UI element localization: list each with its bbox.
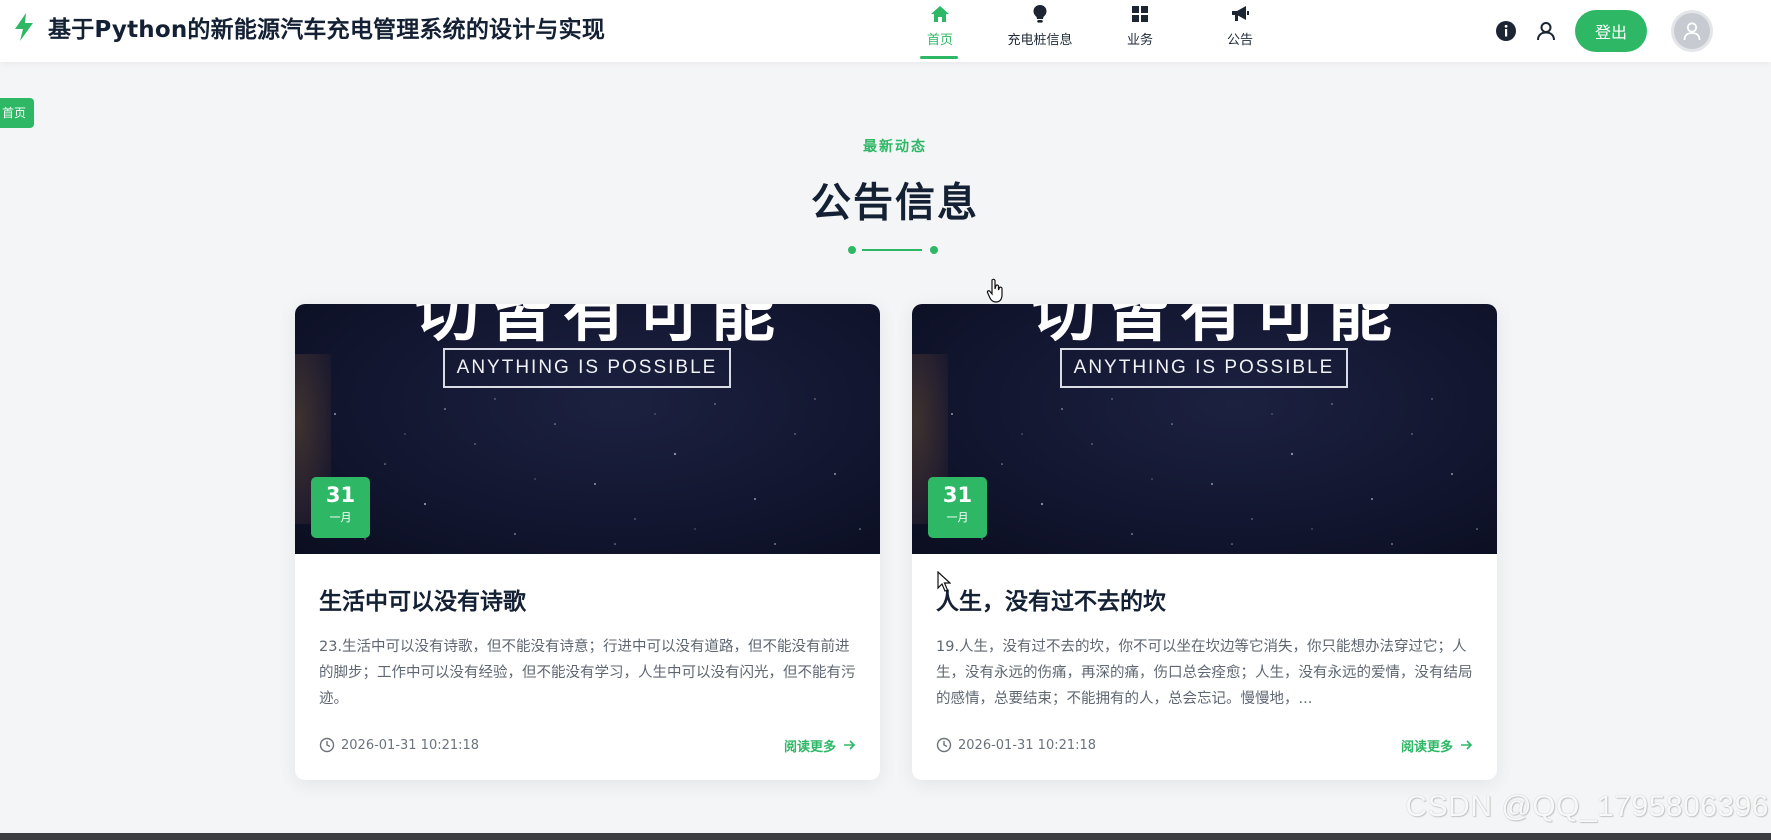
image-big-text: 切皆有可能 — [1032, 304, 1402, 351]
announcement-excerpt: 19.人生，没有过不去的坎，你不可以坐在坎边等它消失，你只能想办法穿过它；人生，… — [936, 639, 1473, 707]
nav-item-charging-piles[interactable]: 充电桩信息 — [990, 0, 1090, 62]
breadcrumb[interactable]: 首页 — [0, 98, 35, 128]
date-day: 31 — [942, 483, 973, 507]
publish-time: 2026-01-31 10:21:18 — [341, 737, 480, 753]
header-actions: 登出 — [1493, 6, 1713, 56]
image-tagline: ANYTHING IS POSSIBLE — [443, 348, 731, 388]
grid-icon — [1129, 3, 1151, 25]
clock-icon — [936, 737, 952, 753]
date-badge: 31 一月 — [311, 477, 370, 538]
arrow-right-icon — [842, 738, 856, 752]
date-month: 一月 — [329, 511, 352, 524]
card-footer: 2026-01-31 10:21:18 阅读更多 — [936, 734, 1473, 756]
date-day: 31 — [325, 483, 356, 507]
main-nav: 首页 充电桩信息 业务 公告 — [890, 0, 1290, 62]
home-icon — [929, 3, 951, 25]
nav-label-home: 首页 — [926, 33, 953, 48]
nav-item-home[interactable]: 首页 — [890, 0, 990, 62]
watermark: CSDN @QQ_1795806396 — [1405, 790, 1769, 823]
announcement-excerpt: 23.生活中可以没有诗歌，但不能没有诗意；行进中可以没有道路，但不能没有前进的脚… — [319, 639, 856, 707]
announcement-card[interactable]: 切皆有可能 ANYTHING IS POSSIBLE 31 一月 生活中可以没有… — [295, 304, 880, 780]
user-icon[interactable] — [1533, 18, 1559, 44]
nav-label-business: 业务 — [1126, 33, 1153, 48]
announcement-title[interactable]: 生活中可以没有诗歌 — [319, 582, 526, 616]
announcement-image: 切皆有可能 ANYTHING IS POSSIBLE 31 一月 — [912, 304, 1497, 554]
top-header: 基于Python的新能源汽车充电管理系统的设计与实现 首页 充电桩信息 业务 公… — [0, 0, 1771, 62]
read-more-label: 阅读更多 — [783, 739, 836, 755]
megaphone-icon — [1229, 3, 1251, 25]
nav-item-announcements[interactable]: 公告 — [1190, 0, 1290, 62]
read-more-link[interactable]: 阅读更多 — [784, 736, 856, 755]
date-month: 一月 — [946, 511, 969, 524]
lightning-bolt-icon — [12, 12, 36, 42]
nav-label-announcements: 公告 — [1226, 33, 1253, 48]
info-icon[interactable] — [1493, 18, 1519, 44]
app-title: 基于Python的新能源汽车充电管理系统的设计与实现 — [48, 17, 606, 43]
clock-icon — [319, 737, 335, 753]
read-more-link[interactable]: 阅读更多 — [1401, 736, 1473, 755]
section-divider — [848, 244, 944, 256]
bottom-edge — [0, 833, 1771, 840]
section-title: 公告信息 — [811, 180, 979, 226]
brand[interactable]: 基于Python的新能源汽车充电管理系统的设计与实现 — [12, 10, 605, 44]
image-big-text: 切皆有可能 — [415, 304, 785, 351]
logout-button[interactable]: 登出 — [1575, 10, 1647, 52]
arrow-right-icon — [1459, 738, 1473, 752]
section-subtitle: 最新动态 — [863, 139, 927, 155]
announcement-title[interactable]: 人生，没有过不去的坎 — [936, 582, 1166, 616]
lightbulb-icon — [1029, 3, 1051, 25]
date-badge: 31 一月 — [928, 477, 987, 538]
arrow-cursor-icon — [937, 571, 951, 592]
image-tagline: ANYTHING IS POSSIBLE — [1060, 348, 1348, 388]
publish-time: 2026-01-31 10:21:18 — [958, 737, 1097, 753]
hand-cursor-icon — [986, 278, 1003, 303]
nav-item-business[interactable]: 业务 — [1090, 0, 1190, 62]
announcement-image: 切皆有可能 ANYTHING IS POSSIBLE 31 一月 — [295, 304, 880, 554]
read-more-label: 阅读更多 — [1400, 739, 1453, 755]
avatar[interactable] — [1671, 10, 1713, 52]
announcement-card[interactable]: 切皆有可能 ANYTHING IS POSSIBLE 31 一月 人生，没有过不… — [912, 304, 1497, 780]
card-footer: 2026-01-31 10:21:18 阅读更多 — [319, 734, 856, 756]
nav-label-charging-piles: 充电桩信息 — [1007, 33, 1073, 48]
